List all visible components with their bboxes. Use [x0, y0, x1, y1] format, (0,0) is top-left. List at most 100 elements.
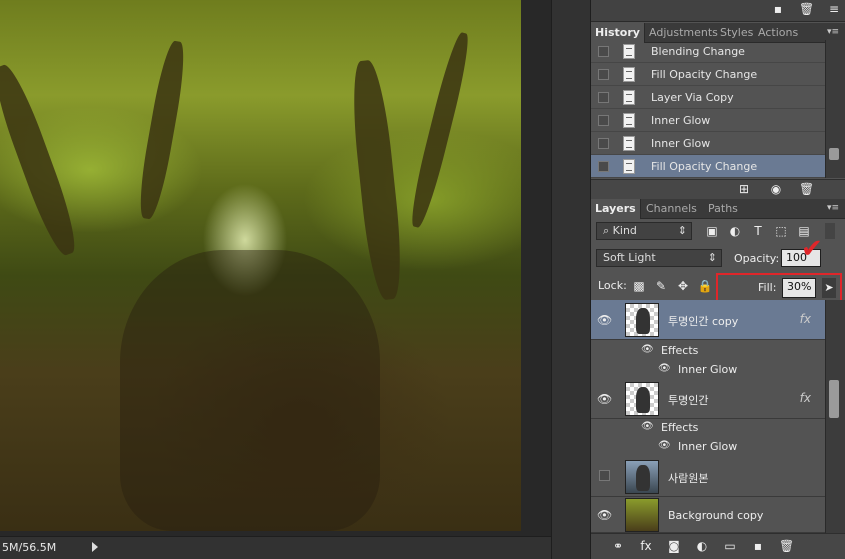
filter-kind-label: Kind: [612, 224, 637, 237]
select-arrow-icon: ⇕: [707, 251, 717, 264]
adjustment-layer-filter-icon[interactable]: ◐: [727, 223, 743, 239]
fx-icon[interactable]: fx: [800, 312, 811, 326]
history-item[interactable]: Fill Opacity Change: [591, 63, 825, 86]
visibility-eye-icon[interactable]: 👁: [658, 440, 671, 452]
inner-glow-effect-row[interactable]: 👁 Inner Glow: [591, 360, 825, 379]
status-menu-arrow-icon[interactable]: [92, 542, 98, 552]
new-layer-icon[interactable]: ▪: [751, 540, 765, 553]
new-document-icon[interactable]: ▪: [771, 3, 785, 16]
history-footer: ⊞ ◉ 🗑: [591, 179, 845, 199]
layer-row[interactable]: 사람원본: [591, 457, 825, 497]
tab-paths[interactable]: Paths: [704, 199, 742, 219]
history-item-selected[interactable]: Fill Opacity Change: [591, 155, 825, 178]
history-snapshot-checkbox[interactable]: [598, 92, 609, 103]
visibility-eye-icon[interactable]: 👁: [597, 392, 612, 406]
layer-row[interactable]: 👁 Background copy: [591, 497, 825, 533]
link-layers-icon[interactable]: ⚭: [611, 540, 625, 553]
layers-footer: ⚭ fx ◙ ◐ ▭ ▪ 🗑: [591, 533, 845, 559]
history-state-icon: [623, 159, 635, 174]
add-mask-icon[interactable]: ◙: [667, 540, 681, 553]
history-scrollbar[interactable]: [825, 40, 845, 178]
checkmark-annotation-icon: ✔: [801, 234, 823, 264]
visibility-eye-icon[interactable]: 👁: [597, 508, 612, 522]
history-scroll-thumb[interactable]: [829, 148, 839, 160]
blend-mode-select[interactable]: Soft Light ⇕: [596, 249, 722, 267]
adjustment-layer-icon[interactable]: ◐: [695, 540, 709, 553]
layer-name[interactable]: Background copy: [668, 509, 763, 522]
history-snapshot-checkbox[interactable]: [598, 115, 609, 126]
effects-label: Effects: [661, 344, 699, 357]
cursor-arrow-icon: ➤: [822, 278, 836, 298]
layer-thumbnail: [625, 498, 659, 532]
visibility-eye-icon[interactable]: 👁: [641, 421, 654, 433]
pixel-layer-filter-icon[interactable]: ▣: [704, 223, 720, 239]
opacity-label: Opacity:: [734, 252, 780, 265]
history-snapshot-checkbox[interactable]: [598, 46, 609, 57]
layer-filter-kind-select[interactable]: ⌕ Kind ⇕: [596, 222, 692, 240]
layers-scrollbar[interactable]: [825, 300, 845, 533]
history-state-icon: [623, 90, 635, 105]
layer-name[interactable]: 투명인간: [668, 392, 708, 408]
hidden-visibility-box[interactable]: [599, 470, 610, 481]
visibility-eye-icon[interactable]: 👁: [658, 363, 671, 375]
layer-name[interactable]: 투명인간 copy: [668, 313, 738, 329]
layers-panel-menu-icon[interactable]: ▾≡: [827, 203, 841, 213]
camera-snapshot-icon[interactable]: ◉: [769, 183, 783, 196]
history-state-icon: [623, 113, 635, 128]
history-item-label: Inner Glow: [651, 137, 711, 150]
history-item-label: Inner Glow: [651, 114, 711, 127]
history-snapshot-checkbox[interactable]: [598, 161, 609, 172]
effects-row[interactable]: 👁 Effects: [591, 418, 825, 437]
tab-channels[interactable]: Channels: [642, 199, 701, 219]
fill-input[interactable]: 30%: [782, 278, 816, 298]
layer-row[interactable]: 👁 투명인간 fx: [591, 379, 825, 419]
inner-glow-effect-row[interactable]: 👁 Inner Glow: [591, 437, 825, 456]
search-icon: ⌕: [603, 224, 613, 237]
type-layer-filter-icon[interactable]: T: [750, 223, 766, 239]
layer-name[interactable]: 사람원본: [668, 470, 708, 486]
fx-icon[interactable]: fx: [800, 391, 811, 405]
trash-icon[interactable]: 🗑: [799, 3, 814, 16]
history-item[interactable]: Inner Glow: [591, 109, 825, 132]
effects-row[interactable]: 👁 Effects: [591, 341, 825, 360]
new-document-from-state-icon[interactable]: ⊞: [737, 183, 751, 196]
figure-silhouette: [636, 387, 650, 413]
trash-icon[interactable]: 🗑: [799, 183, 814, 196]
history-snapshot-checkbox[interactable]: [598, 69, 609, 80]
new-group-folder-icon[interactable]: ▭: [723, 540, 737, 553]
layers-scroll-thumb[interactable]: [829, 380, 839, 418]
history-panel-menu-icon[interactable]: ▾≡: [827, 27, 841, 37]
figure-silhouette: [636, 465, 650, 491]
lock-position-icon[interactable]: ✥: [675, 278, 691, 294]
filter-toggle-icon[interactable]: [825, 223, 835, 239]
blend-mode-label: Soft Light: [603, 251, 656, 264]
panel-dock-strip: [551, 0, 591, 559]
tab-layers[interactable]: Layers: [591, 199, 641, 219]
visibility-eye-icon[interactable]: 👁: [641, 344, 654, 356]
history-item[interactable]: Inner Glow: [591, 132, 825, 155]
shape-layer-filter-icon[interactable]: ⬚: [773, 223, 789, 239]
layer-style-fx-icon[interactable]: fx: [639, 540, 653, 553]
history-snapshot-checkbox[interactable]: [598, 138, 609, 149]
lock-image-pixels-icon[interactable]: ✎: [653, 278, 669, 294]
history-item[interactable]: Blending Change: [591, 40, 825, 63]
tree-trunk: [347, 58, 407, 302]
tree-trunk: [406, 30, 474, 230]
history-state-icon: [623, 44, 635, 59]
panel-top-toolbar: ▪ 🗑 ≡: [591, 0, 845, 22]
document-canvas[interactable]: [0, 0, 521, 531]
canvas-pasteboard: [521, 0, 551, 531]
history-item-label: Layer Via Copy: [651, 91, 734, 104]
history-item-label: Blending Change: [651, 45, 745, 58]
layer-thumbnail: [625, 382, 659, 416]
trash-icon[interactable]: 🗑: [779, 540, 794, 553]
layer-row-selected[interactable]: 👁 투명인간 copy fx: [591, 300, 825, 340]
panels-column: ▪ 🗑 ≡ History Adjustments Styles Actions…: [591, 0, 845, 559]
lock-transparent-pixels-icon[interactable]: ▩: [631, 278, 647, 294]
lock-all-icon[interactable]: 🔒: [697, 278, 713, 294]
figure-silhouette: [636, 308, 650, 334]
history-item[interactable]: Layer Via Copy: [591, 86, 825, 109]
panel-menu-icon[interactable]: ≡: [827, 3, 841, 16]
tree-trunk: [134, 39, 190, 221]
visibility-eye-icon[interactable]: 👁: [597, 313, 612, 327]
